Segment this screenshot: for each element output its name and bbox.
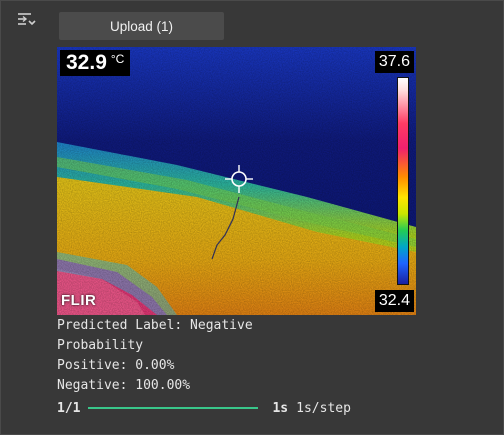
progress-row: 1/1 1s 1s/step xyxy=(57,398,351,418)
elapsed-time: 1s xyxy=(272,400,289,416)
negative-probability: Negative: 100.00% xyxy=(57,378,191,393)
progress-step: 1/1 xyxy=(57,400,81,416)
prediction-output: Predicted Label: Negative Probability Posi… xyxy=(57,316,253,396)
temperature-unit: °C xyxy=(110,52,125,66)
flir-logo: FLIR xyxy=(61,292,97,309)
scale-min: 32.4 xyxy=(374,290,414,312)
probability-heading: Probability xyxy=(57,338,144,353)
upload-button[interactable]: Upload (1) xyxy=(59,12,224,40)
spot-temperature-box: 32.9 °C xyxy=(60,50,131,76)
step-rate: 1s/step xyxy=(296,400,351,416)
thermal-image: 32.9 °C 37.6 32.4 FLIR xyxy=(57,47,416,315)
output-toggle-icon[interactable] xyxy=(14,10,38,30)
scale-max: 37.6 xyxy=(374,51,414,73)
predicted-label: Predicted Label: Negative xyxy=(57,318,253,333)
progress-bar-fill xyxy=(88,407,259,409)
spot-temperature: 32.9 xyxy=(66,51,107,74)
color-scale-bar xyxy=(397,77,409,285)
positive-probability: Positive: 0.00% xyxy=(57,358,175,373)
crosshair-icon xyxy=(225,165,253,193)
progress-bar xyxy=(88,407,259,409)
